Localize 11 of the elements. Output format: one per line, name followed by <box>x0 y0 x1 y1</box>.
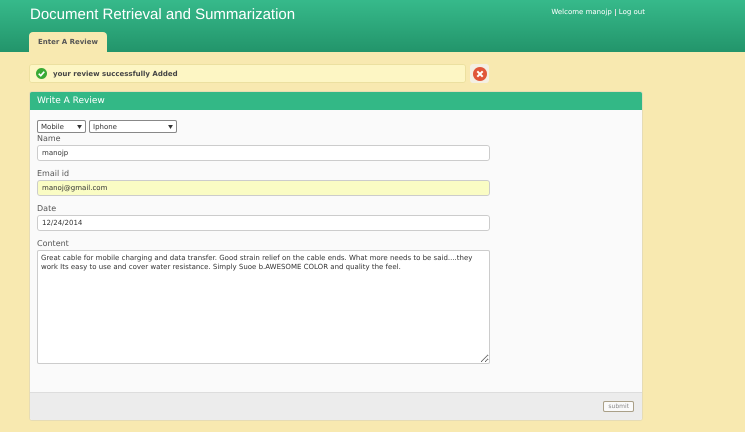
field-label: Content <box>37 239 70 248</box>
field-label: Date <box>37 204 58 213</box>
panel-title: Write A Review <box>30 92 642 110</box>
caret-icon <box>168 124 173 128</box>
close-icon <box>472 66 486 80</box>
close-button[interactable] <box>470 64 489 83</box>
caret-icon <box>77 124 82 128</box>
app-title: Document Retrieval and Summarization <box>30 6 296 23</box>
check-icon <box>36 68 47 79</box>
field-label: Email id <box>37 169 70 178</box>
field-label: Name <box>37 134 62 143</box>
